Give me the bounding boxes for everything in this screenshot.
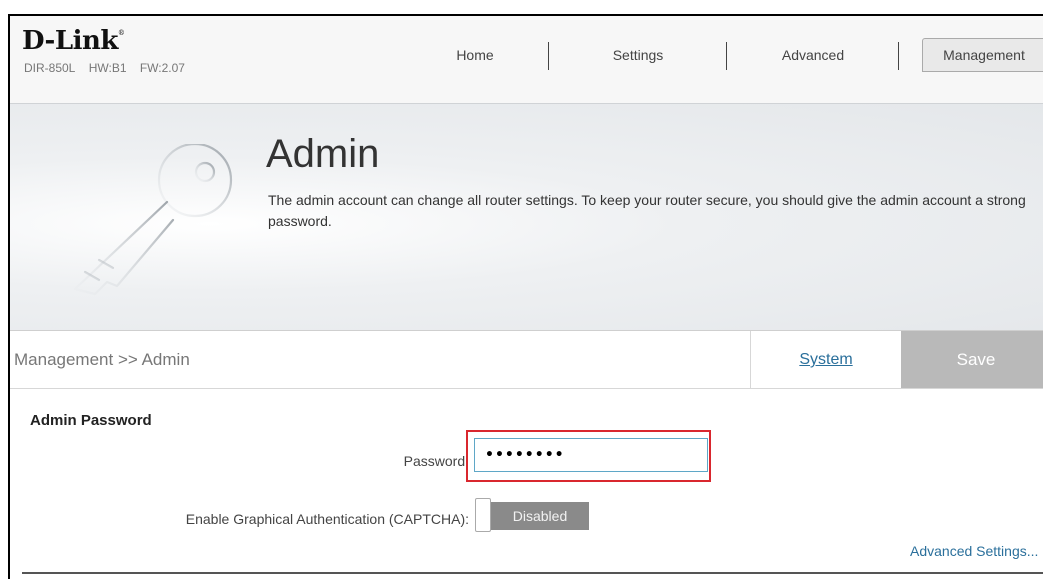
dlink-logo: D-Link®: [22, 26, 125, 56]
system-link[interactable]: System: [750, 331, 901, 388]
nav-divider: [548, 42, 549, 70]
nav-advanced[interactable]: Advanced: [730, 38, 896, 72]
router-admin-window: D-Link® DIR-850L HW:B1 FW:2.07 Home Sett…: [8, 14, 1043, 579]
device-info: DIR-850L HW:B1 FW:2.07: [24, 61, 195, 75]
page-title: Admin: [266, 132, 380, 176]
nav-home[interactable]: Home: [400, 38, 550, 72]
save-button[interactable]: Save: [901, 331, 1043, 388]
device-model: DIR-850L: [24, 61, 76, 75]
nav-settings[interactable]: Settings: [552, 38, 724, 72]
hardware-version: HW:B1: [88, 61, 127, 75]
breadcrumb-bar: Management >> Admin System Save: [10, 331, 1043, 389]
top-header: D-Link® DIR-850L HW:B1 FW:2.07 Home Sett…: [10, 16, 1043, 104]
password-input[interactable]: [474, 438, 708, 472]
section-divider: [22, 572, 1043, 574]
nav-divider: [726, 42, 727, 70]
captcha-label: Enable Graphical Authentication (CAPTCHA…: [185, 511, 469, 527]
advanced-settings-link[interactable]: Advanced Settings...: [910, 543, 1038, 559]
nav-divider: [898, 42, 899, 70]
page-description: The admin account can change all router …: [268, 192, 1026, 229]
password-label: Password:: [403, 453, 469, 469]
toggle-knob[interactable]: [475, 498, 491, 532]
nav-management[interactable]: Management: [922, 38, 1043, 72]
page-banner: Admin The admin account can change all r…: [10, 104, 1043, 331]
firmware-version: FW:2.07: [139, 61, 185, 75]
toggle-state: Disabled: [491, 502, 589, 530]
breadcrumb: Management >> Admin: [14, 350, 190, 369]
captcha-toggle[interactable]: Disabled: [475, 498, 590, 532]
key-icon: [73, 144, 233, 296]
section-title-admin-password: Admin Password: [30, 412, 152, 429]
